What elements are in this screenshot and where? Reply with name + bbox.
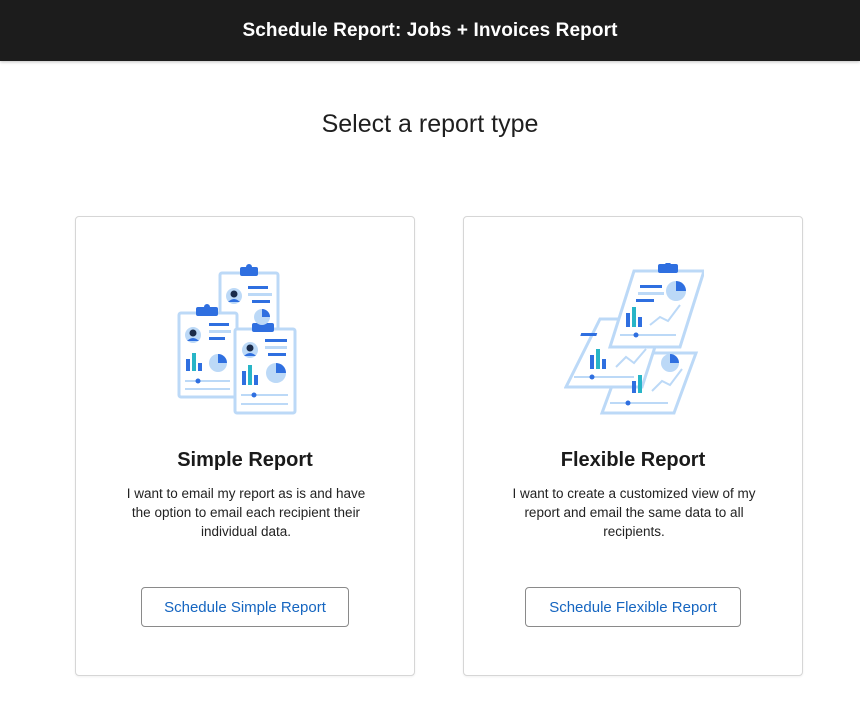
layered-reports-illustration (564, 263, 704, 415)
page-title: Select a report type (321, 110, 539, 138)
flexible-report-description: I want to create a customized view of my… (512, 486, 756, 539)
schedule-flexible-report-button[interactable]: Schedule Flexible Report (525, 587, 741, 627)
flexible-report-card: Flexible Report I want to create a custo… (463, 216, 803, 676)
header-title: Schedule Report: Jobs + Invoices Report (242, 19, 618, 41)
flexible-report-title: Flexible Report (560, 449, 706, 471)
simple-report-card: Simple Report I want to email my report … (75, 216, 415, 676)
clipboard-reports-illustration (177, 264, 297, 415)
simple-report-title: Simple Report (177, 449, 313, 471)
schedule-simple-report-button[interactable]: Schedule Simple Report (141, 587, 349, 627)
top-header-bar: Schedule Report: Jobs + Invoices Report (0, 0, 860, 61)
simple-report-description: I want to email my report as is and have… (126, 486, 366, 539)
